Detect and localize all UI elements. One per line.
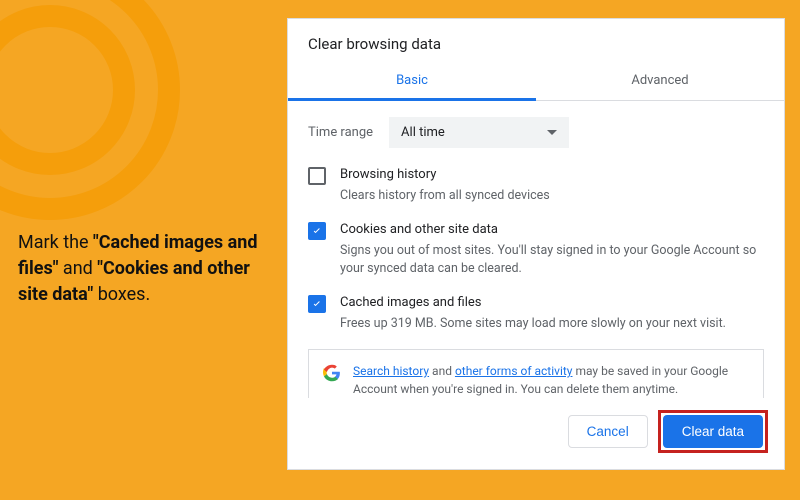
option-cached: Cached images and files Frees up 319 MB.… [308, 294, 764, 333]
other-activity-link[interactable]: other forms of activity [455, 364, 573, 378]
google-icon [323, 364, 341, 382]
option-title: Browsing history [340, 166, 550, 185]
time-range-select[interactable]: All time [389, 117, 569, 148]
option-desc: Signs you out of most sites. You'll stay… [340, 242, 764, 278]
background-decoration [0, 0, 180, 220]
option-title: Cookies and other site data [340, 221, 764, 240]
google-account-info: Search history and other forms of activi… [308, 349, 764, 398]
option-cookies: Cookies and other site data Signs you ou… [308, 221, 764, 278]
highlight-annotation: Clear data [658, 410, 768, 453]
checkbox-cookies[interactable] [308, 222, 326, 240]
dialog-footer: Cancel Clear data [288, 398, 784, 469]
option-browsing-history: Browsing history Clears history from all… [308, 166, 764, 205]
search-history-link[interactable]: Search history [353, 364, 429, 378]
checkbox-cached[interactable] [308, 295, 326, 313]
dialog-title: Clear browsing data [288, 19, 784, 63]
option-desc: Frees up 319 MB. Some sites may load mor… [340, 315, 726, 333]
option-title: Cached images and files [340, 294, 726, 313]
time-range-value: All time [401, 125, 445, 140]
clear-data-button[interactable]: Clear data [663, 415, 763, 448]
clear-browsing-data-dialog: Clear browsing data Basic Advanced Time … [287, 18, 785, 470]
dialog-tabs: Basic Advanced [288, 63, 784, 101]
checkbox-browsing-history[interactable] [308, 167, 326, 185]
cancel-button[interactable]: Cancel [568, 415, 648, 448]
tab-advanced[interactable]: Advanced [536, 63, 784, 100]
instruction-text: Mark the "Cached images and files" and "… [18, 230, 278, 308]
tab-basic[interactable]: Basic [288, 63, 536, 100]
chevron-down-icon [547, 130, 557, 135]
time-range-label: Time range [308, 125, 373, 140]
option-desc: Clears history from all synced devices [340, 187, 550, 205]
